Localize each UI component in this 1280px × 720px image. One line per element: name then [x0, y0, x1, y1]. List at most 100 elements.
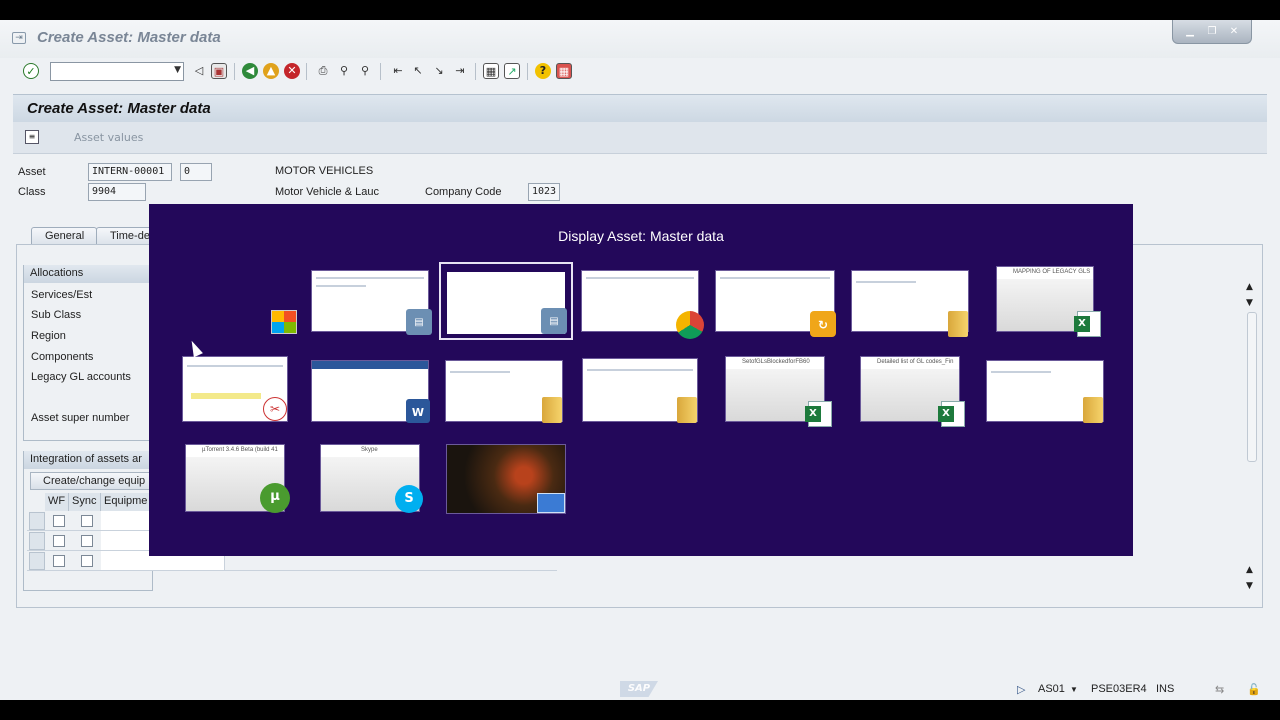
utorrent-icon: µ — [260, 483, 290, 513]
company-code-field[interactable]: 1023 — [528, 183, 560, 201]
scroll-up-icon[interactable]: ▲ — [1246, 565, 1253, 575]
sync-checkbox[interactable] — [81, 515, 93, 527]
components-label: Components — [31, 351, 94, 363]
connection-icon: ⇆ — [1215, 684, 1225, 696]
scroll-down-icon[interactable]: ▼ — [1246, 581, 1253, 591]
skype-icon: S — [395, 485, 423, 513]
toolbar-separator — [527, 63, 528, 80]
tab-general[interactable]: General — [31, 227, 97, 245]
save-icon[interactable]: ▣ — [211, 63, 227, 79]
asset-values-button[interactable]: Asset values — [74, 131, 143, 144]
window-thumbnail[interactable]: W — [311, 360, 430, 423]
scroll-thumb[interactable] — [1247, 312, 1257, 462]
server-name: PSE03ER4 — [1091, 683, 1147, 695]
standard-toolbar: ✓ ▼ ◁ ▣ ◀ ▲ ✕ ⎙ ⚲ ⚲ ⇤ ↖ ↘ ⇥ ▦ ↗ ? ▦ — [0, 58, 1280, 86]
snipping-tool-icon: ✂ — [263, 397, 287, 421]
row-selector[interactable] — [29, 532, 45, 550]
window-thumbnail[interactable] — [986, 360, 1104, 423]
scroll-down-icon[interactable]: ▼ — [1246, 298, 1253, 308]
sync-checkbox[interactable] — [81, 555, 93, 567]
application-toolbar: ≡ Asset values — [13, 122, 1267, 154]
window-controls: ▁ ❐ ✕ — [1172, 20, 1252, 44]
next-page-icon[interactable]: ↘ — [431, 63, 447, 79]
wf-checkbox[interactable] — [53, 555, 65, 567]
asset-field[interactable]: INTERN-00001 — [88, 163, 172, 181]
thumb-line — [316, 285, 366, 287]
minimize-icon[interactable]: ▁ — [1183, 26, 1197, 38]
sap-icon: ▤ — [406, 309, 432, 335]
sync-checkbox[interactable] — [81, 535, 93, 547]
page-title: Create Asset: Master data — [27, 100, 211, 117]
col-sync[interactable]: Sync — [69, 493, 101, 511]
window-thumbnail[interactable] — [581, 270, 704, 339]
toolbar-separator — [475, 63, 476, 80]
window-thumbnail[interactable]: MAPPING OF LEGACY GLS — [996, 266, 1101, 337]
wf-checkbox[interactable] — [53, 535, 65, 547]
row-selector[interactable] — [29, 552, 45, 570]
prev-page-icon[interactable]: ↖ — [410, 63, 426, 79]
thumb-caption: Detailed list of GL codes_Fin — [877, 359, 954, 365]
find-next-icon[interactable]: ⚲ — [357, 63, 373, 79]
command-field[interactable]: ▼ — [50, 62, 184, 81]
exit-icon[interactable]: ▲ — [263, 63, 279, 79]
asset-label: Asset — [18, 166, 46, 178]
system-menu-icon[interactable]: ⇥ — [12, 32, 26, 44]
col-equipment[interactable]: Equipme — [101, 493, 153, 511]
allocations-header: Allocations — [24, 265, 152, 283]
wf-checkbox[interactable] — [53, 515, 65, 527]
vertical-scrollbar[interactable]: ▲ ▼ ▲ ▼ — [1243, 282, 1259, 597]
status-play-icon[interactable]: ▷ — [1017, 683, 1025, 696]
task-switcher: Display Asset: Master data ▤ ▤ ↻ MAPPING… — [149, 204, 1133, 556]
window-title: Create Asset: Master data — [37, 29, 221, 46]
tab-time-dependent[interactable]: Time-de — [96, 227, 156, 245]
toolbar-separator — [234, 63, 235, 80]
subnumber-field[interactable]: 0 — [180, 163, 212, 181]
chevron-down-icon[interactable]: ▼ — [1070, 685, 1078, 694]
bottom-letterbox — [0, 700, 1280, 720]
enter-icon[interactable]: ✓ — [23, 63, 39, 79]
row-selector[interactable] — [29, 512, 45, 530]
restore-icon[interactable]: ❐ — [1205, 26, 1219, 38]
layout-icon[interactable]: ▦ — [556, 63, 572, 79]
window-thumbnail[interactable]: Skype S — [320, 444, 423, 513]
lock-icon[interactable]: 🔓 — [1247, 683, 1261, 696]
folder-icon — [542, 397, 562, 423]
desktop-icon — [537, 493, 565, 513]
find-icon[interactable]: ⚲ — [336, 63, 352, 79]
window-thumbnail[interactable] — [582, 358, 698, 423]
desktop-thumbnail[interactable] — [446, 444, 566, 514]
back-green-icon[interactable]: ◀ — [242, 63, 258, 79]
create-session-icon[interactable]: ▦ — [483, 63, 499, 79]
scroll-up-icon[interactable]: ▲ — [1246, 282, 1253, 292]
shortcut-icon[interactable]: ↗ — [504, 63, 520, 79]
document-icon[interactable]: ≡ — [25, 130, 39, 144]
window-thumbnail[interactable]: ✂ — [182, 356, 288, 422]
close-icon[interactable]: ✕ — [1227, 26, 1241, 38]
thumb-ribbon — [312, 361, 428, 369]
help-icon[interactable]: ? — [535, 63, 551, 79]
first-page-icon[interactable]: ⇤ — [390, 63, 406, 79]
window-thumbnail[interactable] — [445, 360, 563, 423]
create-change-equipment-button[interactable]: Create/change equip — [30, 472, 152, 490]
top-letterbox — [0, 0, 1280, 20]
window-thumbnail[interactable]: ▤ — [311, 270, 432, 335]
desktop-switch-icon[interactable] — [271, 310, 297, 334]
last-page-icon[interactable]: ⇥ — [452, 63, 468, 79]
window-thumbnail[interactable]: Detailed list of GL codes_Fin — [860, 356, 965, 427]
back-arrow-icon[interactable]: ◁ — [191, 63, 207, 79]
window-thumbnail[interactable]: SetofGLsBlockedforFB60 — [725, 356, 832, 427]
title-bar: ⇥ Create Asset: Master data ▁ ❐ ✕ — [0, 20, 1280, 58]
thumb-caption: SetofGLsBlockedforFB60 — [742, 359, 810, 365]
cancel-icon[interactable]: ✕ — [284, 63, 300, 79]
print-icon[interactable]: ⎙ — [315, 63, 331, 79]
window-thumbnail[interactable]: ↻ — [715, 270, 836, 337]
class-label: Class — [18, 186, 46, 198]
class-field[interactable]: 9904 — [88, 183, 146, 201]
window-thumbnail-selected[interactable]: ▤ — [439, 262, 573, 340]
window-thumbnail[interactable]: µTorrent 3.4.6 Beta (build 41 µ — [185, 444, 290, 513]
command-input[interactable] — [51, 63, 163, 80]
sap-logon-icon: ↻ — [810, 311, 836, 337]
window-thumbnail[interactable] — [851, 270, 969, 337]
col-wf[interactable]: WF — [45, 493, 69, 511]
chevron-down-icon[interactable]: ▼ — [174, 65, 181, 75]
